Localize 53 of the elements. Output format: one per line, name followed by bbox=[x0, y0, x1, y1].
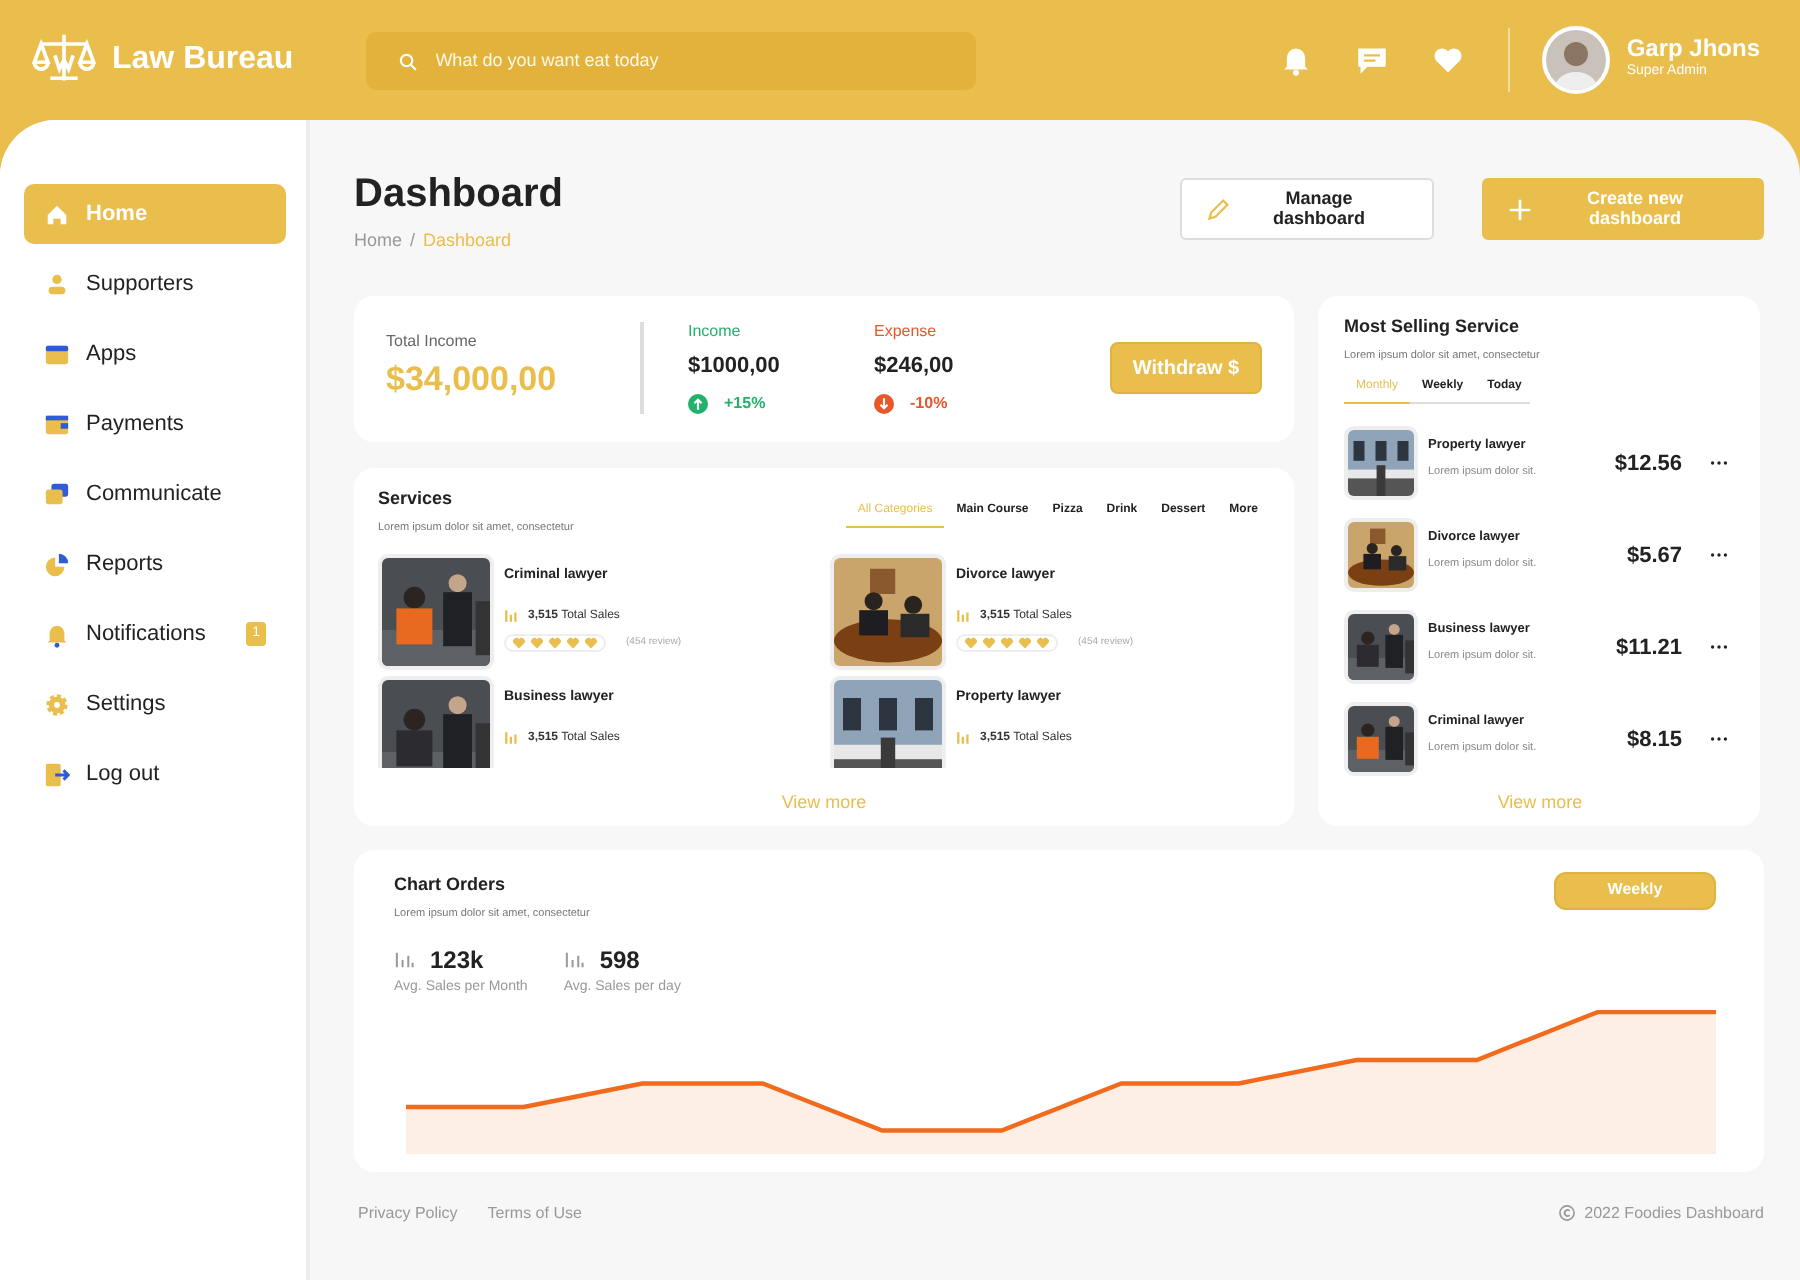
search-field[interactable]: What do you want eat today bbox=[365, 31, 976, 89]
person-icon bbox=[44, 271, 70, 297]
gear-icon bbox=[44, 691, 70, 717]
bar-chart-icon bbox=[956, 730, 972, 747]
bell-icon bbox=[44, 621, 70, 647]
chat-icon bbox=[1356, 44, 1389, 76]
bar-chart-icon bbox=[563, 950, 584, 971]
heart-icon bbox=[1432, 44, 1465, 76]
stat-value: $1000,00 bbox=[688, 352, 782, 383]
pie-chart-icon bbox=[44, 551, 70, 577]
breadcrumb-separator: / bbox=[410, 228, 416, 254]
stat-label: Expense bbox=[874, 320, 939, 345]
stat-value: 598 bbox=[599, 944, 640, 979]
sidebar-item[interactable]: Payments bbox=[24, 394, 286, 454]
change-value: -10% bbox=[910, 391, 948, 416]
home-icon bbox=[44, 201, 70, 227]
bar-chart-icon bbox=[504, 608, 520, 625]
card-title: Chart Orders bbox=[394, 871, 508, 897]
bar-chart-icon bbox=[394, 950, 414, 971]
sidebar-item[interactable]: Settings bbox=[24, 674, 286, 734]
sidebar-item[interactable]: Communicate bbox=[24, 464, 286, 524]
manage-button[interactable]: Manage dashboard bbox=[1180, 178, 1434, 240]
stat-value: 123k bbox=[430, 944, 484, 979]
chat-icon bbox=[44, 481, 70, 507]
avatar[interactable] bbox=[1542, 26, 1611, 94]
bell-icon bbox=[1280, 44, 1313, 76]
copyright-icon bbox=[1558, 1204, 1577, 1222]
wallet-icon bbox=[44, 411, 70, 437]
change-value: +15% bbox=[724, 391, 766, 416]
price: $8.15 bbox=[1626, 725, 1682, 755]
stat-label: Income bbox=[688, 320, 743, 345]
page-title: Dashboard bbox=[354, 172, 563, 216]
user-name: Garp Jhons bbox=[1626, 36, 1760, 63]
sidebar-item[interactable]: Apps bbox=[24, 324, 286, 384]
total-income: $34,000,00 bbox=[386, 358, 559, 403]
sidebar-item[interactable]: Supporters bbox=[24, 254, 286, 314]
card-title: Most Selling Service bbox=[1344, 313, 1522, 340]
logout-icon bbox=[44, 761, 70, 787]
bar-chart-icon bbox=[504, 730, 520, 747]
price: $12.56 bbox=[1614, 449, 1682, 479]
stat-value: $246,00 bbox=[874, 352, 956, 383]
price: $5.67 bbox=[1626, 541, 1682, 571]
pencil-icon bbox=[1206, 197, 1230, 221]
sidebar-item[interactable]: Reports bbox=[24, 534, 286, 594]
stat-label: Total Income bbox=[386, 330, 479, 355]
window-icon bbox=[44, 341, 70, 367]
bar-chart-icon bbox=[956, 608, 972, 625]
price: $11.21 bbox=[1615, 633, 1682, 663]
sidebar-item[interactable]: Log out bbox=[24, 744, 286, 804]
copyright-text: 2022 Foodies Dashboard bbox=[1584, 1201, 1764, 1225]
app-name: Law Bureau bbox=[112, 40, 294, 80]
plus-icon bbox=[1508, 197, 1532, 221]
card-title: Services bbox=[378, 485, 455, 511]
